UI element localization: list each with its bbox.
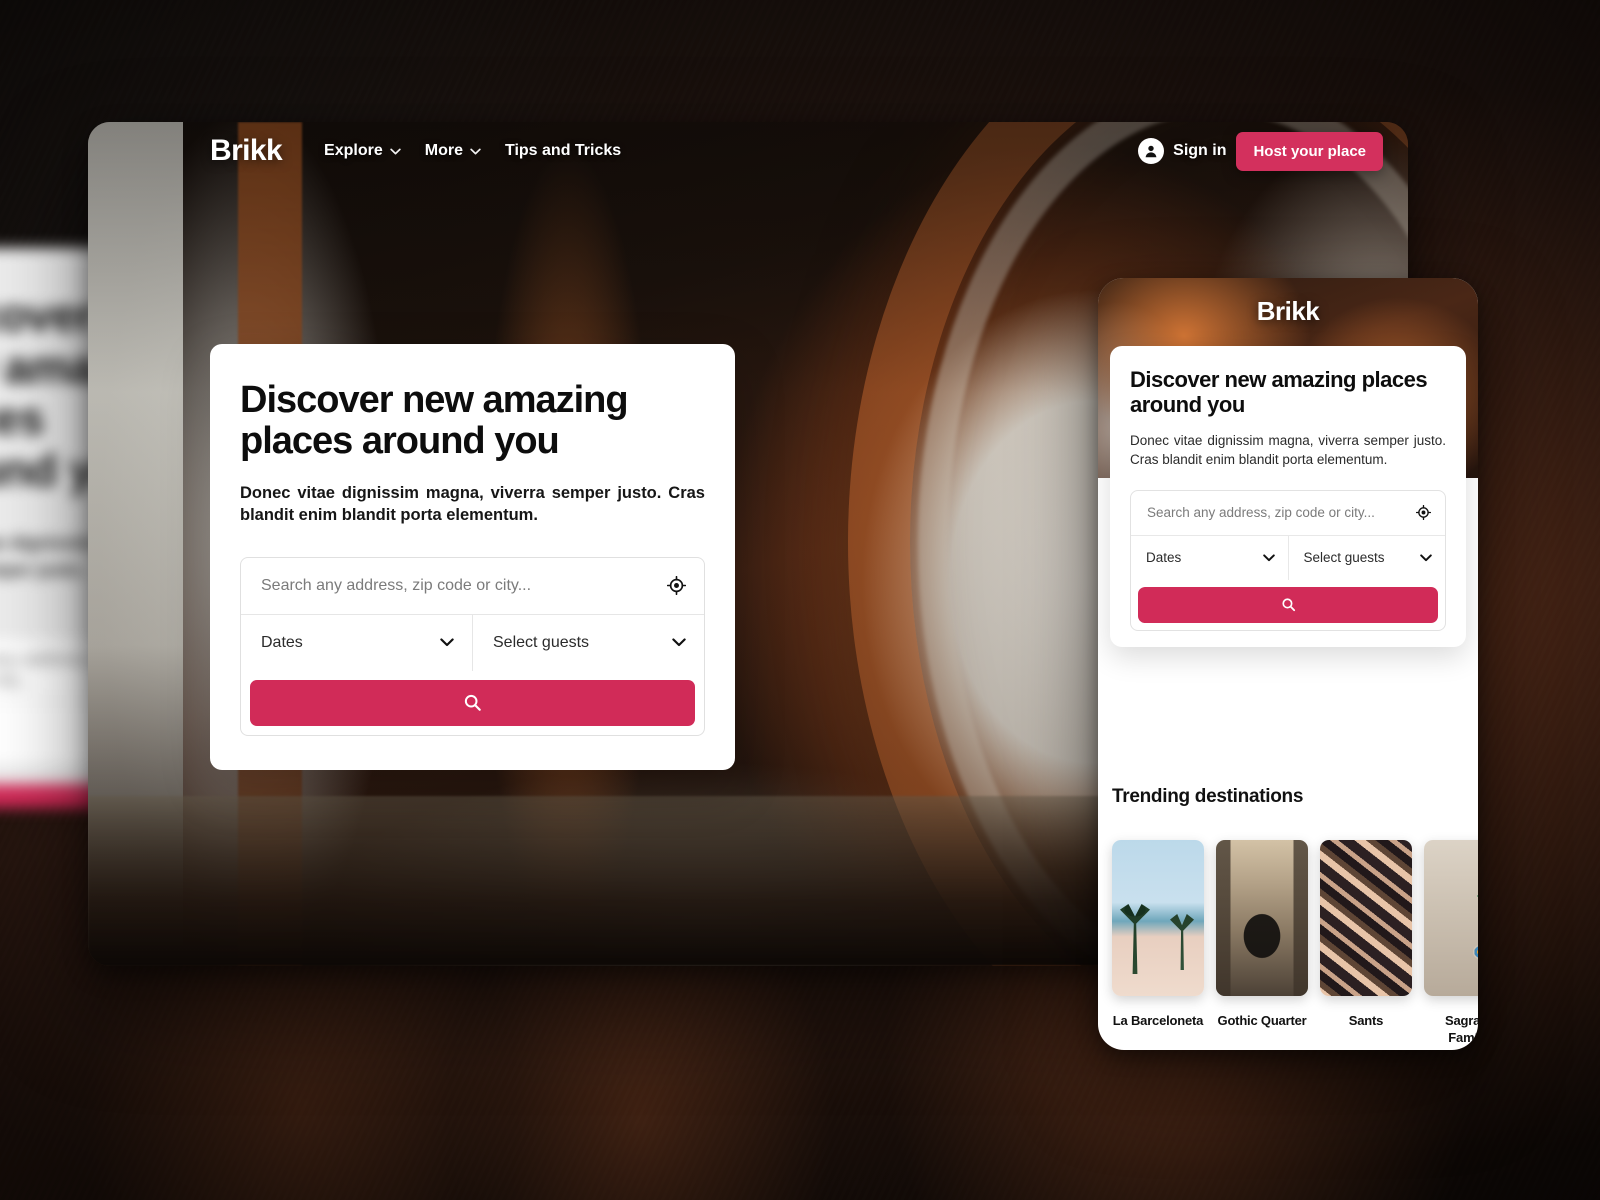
mobile-guests-select[interactable]: Select guests <box>1289 536 1446 580</box>
destination-thumbnail <box>1216 840 1308 996</box>
chevron-down-icon <box>440 638 454 647</box>
mobile-submit-row <box>1131 580 1445 630</box>
mobile-search-input[interactable] <box>1147 505 1416 521</box>
user-circle-icon <box>1138 138 1165 164</box>
sign-in-button[interactable]: Sign in <box>1138 138 1226 164</box>
crosshair-location-icon <box>667 576 686 596</box>
desktop-search-form: Dates Select guests <box>240 556 705 736</box>
sign-in-label: Sign in <box>1173 142 1227 159</box>
chevron-down-icon <box>672 638 686 647</box>
destination-label: Gothic Quarter <box>1217 1013 1307 1028</box>
destination-thumbnail <box>1424 840 1478 996</box>
destination-label: Sagrada Família <box>1445 1013 1478 1046</box>
mobile-selectors-row: Dates Select guests <box>1131 535 1446 580</box>
guests-select-label: Select guests <box>493 633 590 651</box>
mobile-search-form: Dates Select guests <box>1130 489 1446 631</box>
desktop-selectors-row: Dates Select guests <box>241 614 704 671</box>
desktop-hero-subheading: Donec vitae dignissim magna, viverra sem… <box>240 484 705 525</box>
dates-select[interactable]: Dates <box>241 614 473 671</box>
desktop-nav-right: Sign in Host your place <box>1138 131 1408 171</box>
desktop-hero-heading: Discover new amazing places around you <box>240 379 629 462</box>
guests-select[interactable]: Select guests <box>473 615 704 671</box>
mobile-hero-subheading: Donec vitae dignissim magna, viverra sem… <box>1130 433 1446 468</box>
trending-destinations-title: Trending destinations <box>1112 786 1304 807</box>
mobile-dates-select-label: Dates <box>1146 550 1182 566</box>
nav-item-tips-and-tricks-label: Tips and Tricks <box>504 142 622 159</box>
chevron-down-icon <box>470 148 481 154</box>
desktop-submit-row <box>241 671 704 735</box>
thumbnail-art <box>1216 840 1308 996</box>
thumbnail-art <box>1424 840 1478 996</box>
nav-item-tips-and-tricks[interactable]: Tips and Tricks <box>505 142 621 160</box>
desktop-nav-links: Explore More Tips and Tricks <box>324 142 621 160</box>
nav-item-more-label: More <box>424 142 463 159</box>
destination-card-gothic-quarter[interactable]: Gothic Quarter <box>1216 840 1308 1046</box>
destination-card-sagrada-familia[interactable]: Sagrada Família <box>1424 840 1478 1046</box>
mobile-brand-logo[interactable]: Brikk <box>1098 296 1478 327</box>
chevron-down-icon <box>1262 554 1275 561</box>
nav-item-explore[interactable]: Explore <box>324 142 401 160</box>
destination-label: Sants <box>1348 1013 1384 1028</box>
desktop-navbar: Brikk Explore More Tips and Tricks Sign … <box>88 122 1408 180</box>
chevron-down-icon <box>1420 554 1432 561</box>
destination-card-la-barceloneta[interactable]: La Barceloneta <box>1112 840 1204 1046</box>
dates-select-label: Dates <box>261 633 303 651</box>
destination-thumbnail <box>1320 840 1412 996</box>
search-icon <box>464 695 481 712</box>
trending-destinations-list: La Barceloneta Gothic Quarter Sants Sagr… <box>1112 840 1478 1046</box>
mobile-guests-select-label: Select guests <box>1303 550 1385 566</box>
desktop-hero-card: Discover new amazing places around you D… <box>210 344 735 770</box>
mobile-trending-section: Trending destinations La Barceloneta Got… <box>1098 726 1478 1046</box>
mobile-search-submit-button[interactable] <box>1138 586 1438 623</box>
destination-label: La Barceloneta <box>1112 1013 1204 1028</box>
mobile-address-row <box>1131 491 1445 536</box>
nav-item-explore-label: Explore <box>324 142 383 159</box>
search-submit-button[interactable] <box>250 679 695 726</box>
mobile-dates-select[interactable]: Dates <box>1131 535 1289 580</box>
mobile-mockup-card: Brikk Discover new amazing places around… <box>1098 278 1478 1050</box>
search-input[interactable] <box>261 576 667 595</box>
thumbnail-art <box>1320 840 1412 996</box>
destination-card-sants[interactable]: Sants <box>1320 840 1412 1046</box>
crosshair-location-icon <box>1416 505 1431 521</box>
chevron-down-icon <box>390 148 401 154</box>
geolocate-button[interactable] <box>667 576 686 596</box>
mobile-hero-card: Discover new amazing places around you D… <box>1110 346 1466 647</box>
search-icon <box>1281 598 1295 612</box>
mobile-hero-heading: Discover new amazing places around you <box>1130 367 1428 417</box>
host-your-place-button[interactable]: Host your place <box>1236 131 1383 171</box>
nav-item-more[interactable]: More <box>425 142 481 160</box>
destination-thumbnail <box>1112 840 1204 996</box>
mobile-geolocate-button[interactable] <box>1416 505 1431 521</box>
desktop-address-row <box>241 558 704 615</box>
brand-logo[interactable]: Brikk <box>210 134 283 168</box>
